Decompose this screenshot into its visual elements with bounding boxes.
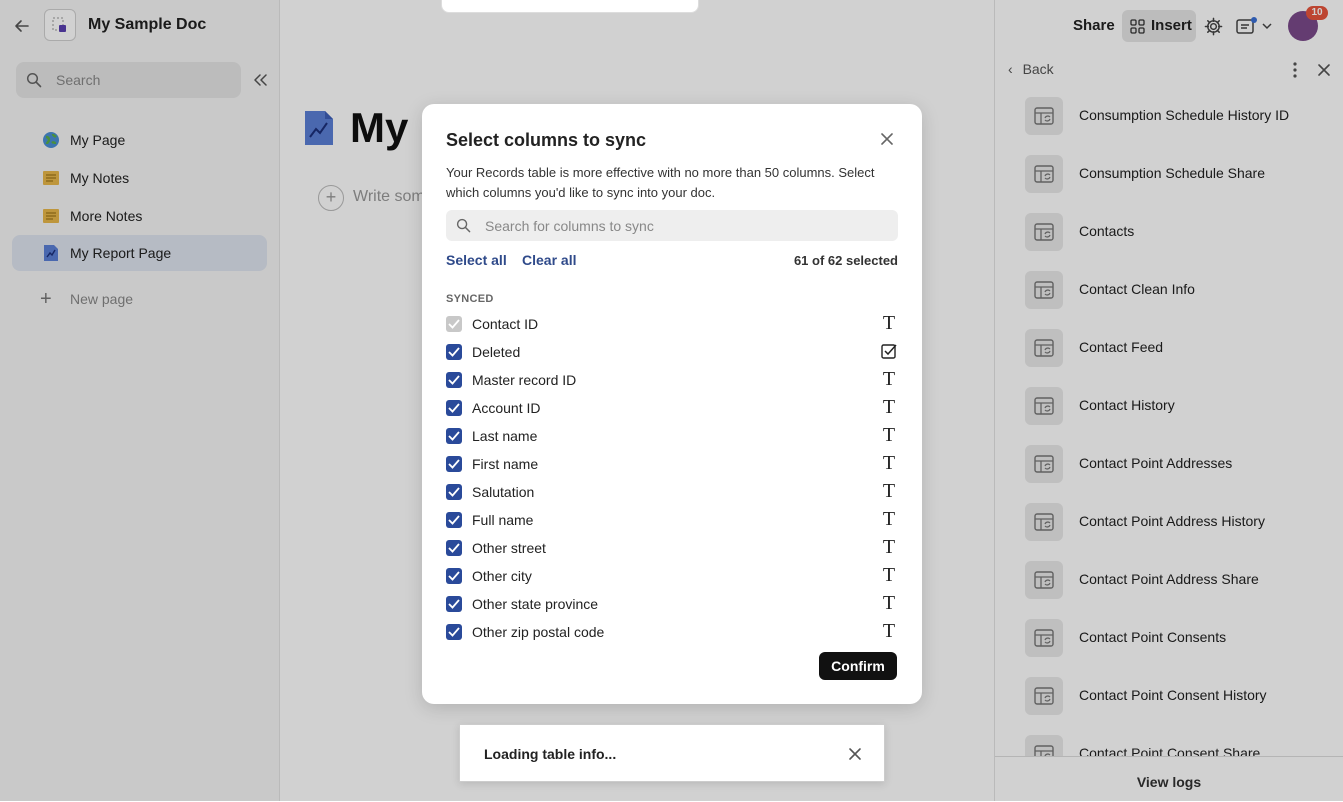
- column-row[interactable]: Salutation T: [446, 478, 898, 506]
- checkbox-type-icon: [881, 344, 897, 359]
- text-type-icon: T: [882, 396, 896, 418]
- select-columns-dialog: Select columns to sync Your Records tabl…: [422, 104, 922, 704]
- selected-count: 61 of 62 selected: [793, 253, 898, 268]
- column-checkbox[interactable]: [446, 596, 462, 612]
- column-row[interactable]: Full name T: [446, 506, 898, 534]
- text-type-icon: T: [882, 592, 896, 614]
- search-placeholder: Search for columns to sync: [485, 218, 654, 234]
- column-checkbox[interactable]: [446, 400, 462, 416]
- column-checkbox[interactable]: [446, 372, 462, 388]
- search-icon: [456, 218, 471, 233]
- column-checkbox[interactable]: [446, 428, 462, 444]
- column-label: Account ID: [472, 400, 541, 416]
- column-label: Deleted: [472, 344, 521, 360]
- column-checkbox[interactable]: [446, 624, 462, 640]
- confirm-button[interactable]: Confirm: [819, 652, 897, 680]
- section-label: SYNCED: [446, 293, 494, 305]
- clear-all-link[interactable]: Clear all: [522, 252, 576, 268]
- column-label: Other zip postal code: [472, 624, 605, 640]
- column-checkbox[interactable]: [446, 344, 462, 360]
- close-icon[interactable]: [848, 747, 862, 761]
- top-popup: [441, 0, 699, 13]
- column-checkbox[interactable]: [446, 484, 462, 500]
- column-label: First name: [472, 456, 539, 472]
- column-row[interactable]: Other street T: [446, 534, 898, 562]
- column-row[interactable]: Other zip postal code T: [446, 618, 898, 646]
- column-label: Master record ID: [472, 372, 577, 388]
- column-row[interactable]: First name T: [446, 450, 898, 478]
- column-row[interactable]: Contact ID T: [446, 310, 898, 338]
- column-label: Last name: [472, 428, 538, 444]
- text-type-icon: T: [882, 508, 896, 530]
- text-type-icon: T: [882, 564, 896, 586]
- column-row[interactable]: Deleted: [446, 338, 898, 366]
- column-label: Salutation: [472, 484, 535, 500]
- column-checkbox[interactable]: [446, 540, 462, 556]
- text-type-icon: T: [882, 312, 896, 334]
- column-row[interactable]: Other state province T: [446, 590, 898, 618]
- text-type-icon: T: [882, 620, 896, 642]
- column-row[interactable]: Last name T: [446, 422, 898, 450]
- text-type-icon: T: [882, 536, 896, 558]
- dialog-title: Select columns to sync: [446, 130, 647, 150]
- column-search-input[interactable]: Search for columns to sync: [446, 210, 898, 241]
- column-checkbox[interactable]: [446, 456, 462, 472]
- column-row[interactable]: Master record ID T: [446, 366, 898, 394]
- dialog-description: Your Records table is more effective wit…: [446, 165, 875, 200]
- loading-toast: Loading table info...: [459, 724, 885, 782]
- column-label: Other street: [472, 540, 546, 556]
- toast-message: Loading table info...: [484, 746, 617, 762]
- close-icon[interactable]: [878, 130, 896, 148]
- text-type-icon: T: [882, 452, 896, 474]
- column-label: Full name: [472, 512, 534, 528]
- column-label: Contact ID: [472, 316, 539, 332]
- column-row[interactable]: Account ID T: [446, 394, 898, 422]
- column-row[interactable]: Other city T: [446, 562, 898, 590]
- column-checkbox[interactable]: [446, 568, 462, 584]
- text-type-icon: T: [882, 424, 896, 446]
- column-label: Other state province: [472, 596, 599, 612]
- column-label: Other city: [472, 568, 532, 584]
- column-checkbox[interactable]: [446, 512, 462, 528]
- text-type-icon: T: [882, 480, 896, 502]
- text-type-icon: T: [882, 368, 896, 390]
- select-all-link[interactable]: Select all: [446, 252, 507, 268]
- column-checkbox: [446, 316, 462, 332]
